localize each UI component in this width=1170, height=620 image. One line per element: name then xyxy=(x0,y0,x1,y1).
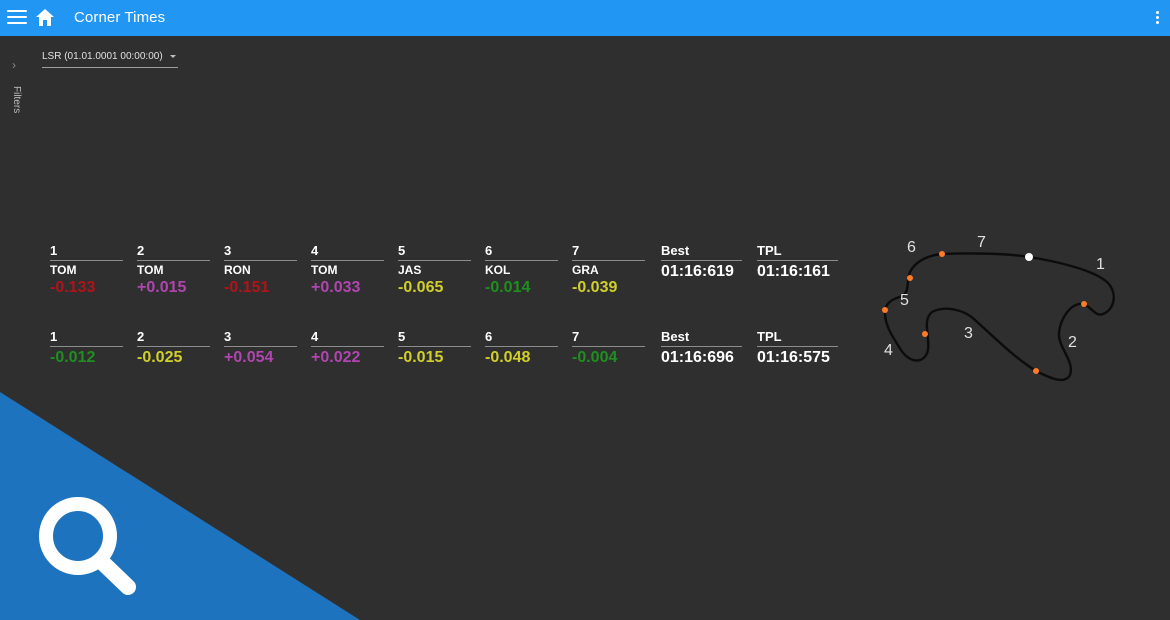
more-vert-icon[interactable] xyxy=(1156,11,1160,25)
corner-number: 5 xyxy=(398,329,406,344)
corner-delta: -0.004 xyxy=(572,349,618,366)
divider xyxy=(398,346,471,347)
divider xyxy=(757,346,838,347)
corner-number: 1 xyxy=(50,329,58,344)
best-label: Best xyxy=(661,243,690,258)
corner-delta: -0.012 xyxy=(50,349,96,366)
corner-delta: -0.014 xyxy=(485,279,531,296)
tpl-label: TPL xyxy=(757,329,782,344)
corner-delta: +0.033 xyxy=(311,279,361,296)
divider xyxy=(311,346,384,347)
corner-driver: KOL xyxy=(485,263,511,277)
corner-delta: +0.022 xyxy=(311,349,361,366)
session-select[interactable]: LSR (01.01.0001 00:00:00) xyxy=(42,51,178,68)
corner-delta: +0.054 xyxy=(224,349,274,366)
corner-label-1: 1 xyxy=(1096,256,1105,273)
corner-delta: -0.025 xyxy=(137,349,183,366)
corner-driver: RON xyxy=(224,263,251,277)
corner-driver: JAS xyxy=(398,263,422,277)
corner-driver: TOM xyxy=(137,263,164,277)
tpl-time: 01:16:161 xyxy=(757,263,830,280)
corner-delta: -0.151 xyxy=(224,279,270,296)
corner-delta: +0.015 xyxy=(137,279,187,296)
filters-toggle[interactable]: Filters xyxy=(11,86,22,113)
corner-driver: TOM xyxy=(311,263,338,277)
divider xyxy=(485,260,558,261)
corner-number: 6 xyxy=(485,329,493,344)
corner-delta: -0.133 xyxy=(50,279,96,296)
tpl-time: 01:16:575 xyxy=(757,349,830,366)
track-marker xyxy=(939,251,945,257)
best-label: Best xyxy=(661,329,690,344)
track-outline xyxy=(883,252,1115,382)
corner-number: 6 xyxy=(485,243,493,258)
menu-icon[interactable] xyxy=(7,10,27,26)
track-marker xyxy=(1033,368,1039,374)
page-title: Corner Times xyxy=(74,9,166,26)
corner-number: 7 xyxy=(572,329,580,344)
corner-delta: -0.065 xyxy=(398,279,444,296)
session-select-value: LSR (01.01.0001 00:00:00) xyxy=(42,51,163,62)
corner-label-2: 2 xyxy=(1068,334,1077,351)
divider xyxy=(485,346,558,347)
corner-delta: -0.048 xyxy=(485,349,531,366)
corner-number: 2 xyxy=(137,329,145,344)
divider xyxy=(50,260,123,261)
corner-label-3: 3 xyxy=(964,325,973,342)
track-marker xyxy=(882,307,888,313)
divider xyxy=(137,260,210,261)
corner-number: 3 xyxy=(224,243,232,258)
tpl-label: TPL xyxy=(757,243,782,258)
corner-number: 5 xyxy=(398,243,406,258)
filters-panel: › Filters xyxy=(0,36,34,136)
corner-driver: TOM xyxy=(50,263,77,277)
track-marker xyxy=(922,331,928,337)
corner-delta: -0.015 xyxy=(398,349,444,366)
corner-number: 2 xyxy=(137,243,145,258)
divider xyxy=(224,346,297,347)
app-bar: Corner Times xyxy=(0,0,1170,36)
corner-number: 1 xyxy=(50,243,58,258)
divider xyxy=(572,346,645,347)
track-map: 1 2 3 4 5 6 7 xyxy=(882,234,1115,382)
corner-number: 7 xyxy=(572,243,580,258)
divider xyxy=(572,260,645,261)
best-time: 01:16:696 xyxy=(661,349,734,366)
chevron-right-icon[interactable]: › xyxy=(12,58,16,72)
corner-delta: -0.039 xyxy=(572,279,618,296)
corner-label-6: 6 xyxy=(907,239,916,256)
best-time: 01:16:619 xyxy=(661,263,734,280)
corner-number: 3 xyxy=(224,329,232,344)
divider xyxy=(661,260,742,261)
track-marker xyxy=(907,275,913,281)
corner-number: 4 xyxy=(311,243,319,258)
home-icon[interactable] xyxy=(35,8,55,27)
track-start-marker xyxy=(1025,253,1033,261)
divider xyxy=(757,260,838,261)
corner-label-4: 4 xyxy=(884,342,893,359)
search-overlay[interactable] xyxy=(0,392,360,620)
divider xyxy=(224,260,297,261)
divider xyxy=(50,346,123,347)
track-marker xyxy=(1081,301,1087,307)
corner-label-7: 7 xyxy=(977,234,986,251)
corner-number: 4 xyxy=(311,329,319,344)
divider xyxy=(311,260,384,261)
corner-label-5: 5 xyxy=(900,292,909,309)
divider xyxy=(398,260,471,261)
corner-driver: GRA xyxy=(572,263,599,277)
chevron-down-icon xyxy=(170,55,176,58)
divider xyxy=(137,346,210,347)
divider xyxy=(661,346,742,347)
